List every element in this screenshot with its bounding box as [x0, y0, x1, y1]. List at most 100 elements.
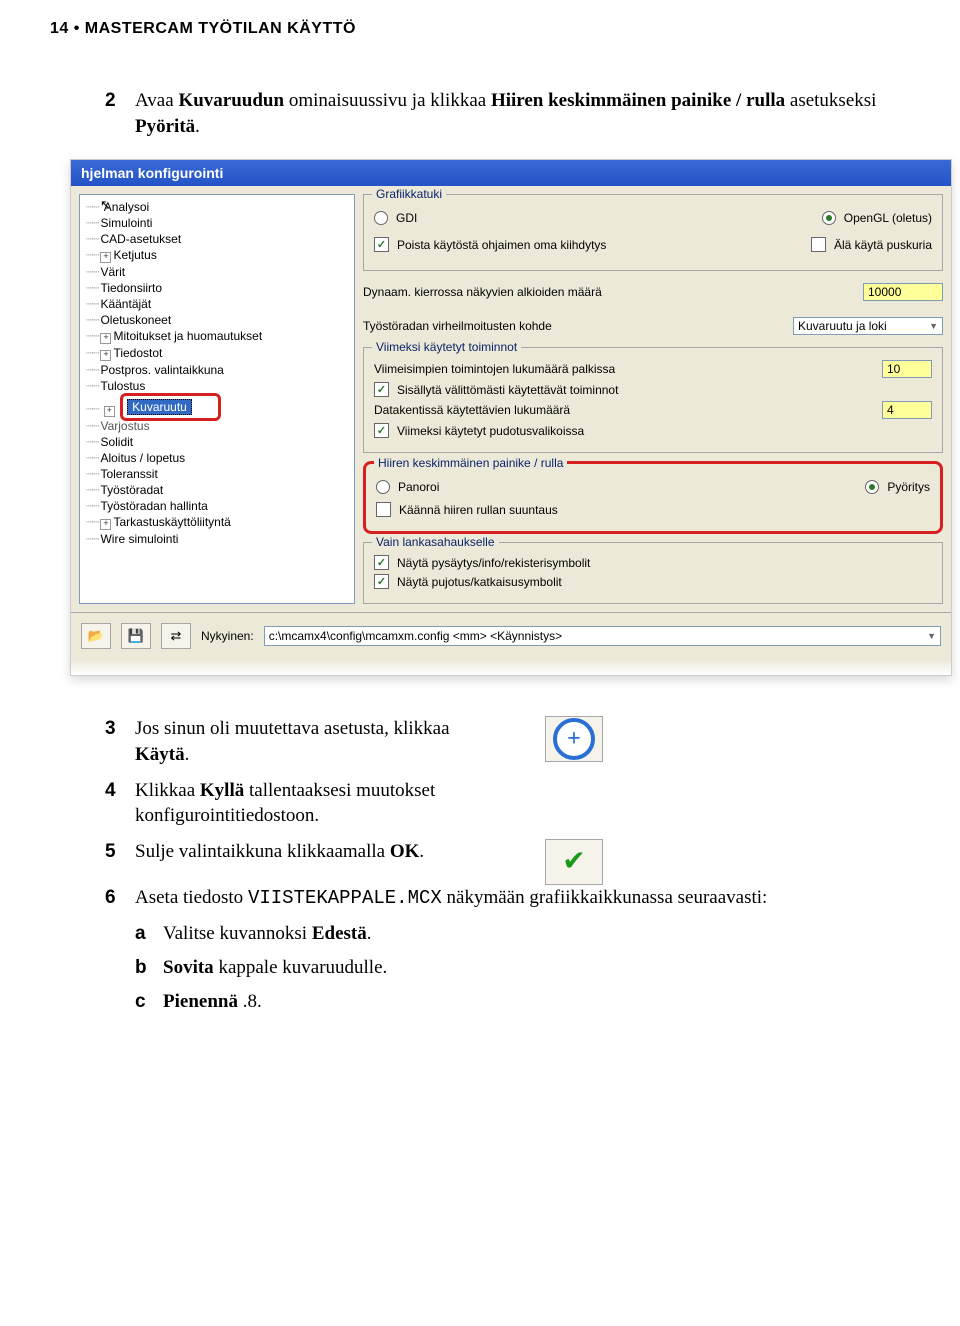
expand-icon[interactable]: + — [104, 406, 115, 417]
text-bold: Kyllä — [200, 780, 244, 801]
checkbox-icon — [374, 237, 389, 252]
checkbox-show-stop[interactable]: Näytä pysäytys/info/rekisterisymbolit — [374, 555, 932, 570]
radio-gdi[interactable]: GDI — [374, 211, 417, 225]
tree-item[interactable]: +Ketjutus — [82, 247, 352, 264]
checkbox-label: Viimeksi käytetyt pudotusvalikoissa — [397, 424, 584, 438]
tree-item[interactable]: +Tarkastuskäyttöliityntä — [82, 514, 352, 531]
tree-label: Tiedonsiirto — [100, 281, 162, 295]
sub-letter: b — [135, 955, 163, 981]
step-5: 5 Sulje valintaikkuna klikkaamalla OK. — [105, 839, 505, 865]
tree-label: Työstöradan hallinta — [100, 499, 207, 513]
tree-item[interactable]: Varjostus — [82, 418, 352, 434]
step-number: 5 — [105, 839, 135, 865]
sub-text: Valitse kuvannoksi Edestä. — [163, 921, 371, 947]
row-dynamic-count: Dynaam. kierrossa näkyvien alkioiden mää… — [363, 283, 943, 301]
open-button[interactable]: 📂 — [81, 623, 111, 649]
radio-icon — [374, 211, 388, 225]
tree-item[interactable]: Tiedonsiirto — [82, 280, 352, 296]
text: Sulje valintaikkuna klikkaamalla — [135, 841, 390, 862]
text-bold: OK — [390, 841, 420, 862]
merge-button[interactable]: ⇄ — [161, 623, 191, 649]
tree-item[interactable]: Oletuskoneet — [82, 312, 352, 328]
tree-label: Postpros. valintaikkuna — [100, 363, 223, 377]
radio-rotate[interactable]: Pyöritys — [865, 480, 930, 494]
tree-item[interactable]: Värit — [82, 264, 352, 280]
expand-icon[interactable]: + — [100, 350, 111, 361]
text: . — [185, 744, 190, 765]
current-config-select[interactable]: c:\mcamx4\config\mcamxm.config <mm> <Käy… — [264, 626, 941, 646]
settings-tree[interactable]: ↖ Analysoi Simulointi CAD-asetukset +Ket… — [79, 194, 355, 604]
tree-item[interactable]: Tulostus — [82, 378, 352, 394]
field-label: Työstöradan virheilmoitusten kohde — [363, 319, 552, 333]
chevron-down-icon: ▼ — [927, 631, 936, 641]
group-title: Vain lankasahaukselle — [372, 535, 499, 549]
filename: VIISTEKAPPALE.MCX — [248, 887, 442, 909]
tree-item[interactable]: Toleranssit — [82, 466, 352, 482]
tree-item[interactable]: Wire simulointi — [82, 531, 352, 547]
tree-label: Kääntäjät — [100, 297, 151, 311]
tree-item[interactable]: Työstöradat — [82, 482, 352, 498]
checkbox-icon — [374, 574, 389, 589]
step-text: Klikkaa Kyllä tallentaaksesi muutokset k… — [135, 778, 505, 829]
radio-label: Pyöritys — [887, 480, 930, 494]
tree-label: Tulostus — [100, 379, 145, 393]
step-number: 6 — [105, 885, 135, 912]
tree-item[interactable]: +Mitoitukset ja huomautukset — [82, 328, 352, 345]
chevron-down-icon: ▼ — [929, 321, 938, 331]
tree-item[interactable]: Simulointi — [82, 215, 352, 231]
row-error-target: Työstöradan virheilmoitusten kohde Kuvar… — [363, 317, 943, 335]
radio-icon — [822, 211, 836, 225]
expand-icon[interactable]: + — [100, 252, 111, 263]
tree-item[interactable]: Aloitus / lopetus — [82, 450, 352, 466]
tree-item[interactable]: Solidit — [82, 434, 352, 450]
substep-b: b Sovita kappale kuvaruudulle. — [135, 955, 880, 981]
step-number: 4 — [105, 778, 135, 829]
tree-item[interactable]: ↖ Analysoi — [82, 199, 352, 215]
checkbox-include-immediate[interactable]: Sisällytä välittömästi käytettävät toimi… — [374, 382, 932, 397]
checkbox-disable-accel[interactable]: Poista käytöstä ohjaimen oma kiihdytys — [374, 237, 606, 252]
tree-item[interactable]: Työstöradan hallinta — [82, 498, 352, 514]
checkbox-no-buffer[interactable]: Älä käytä puskuria — [811, 237, 932, 252]
dynamic-count-input[interactable]: 10000 — [863, 283, 943, 301]
tree-label: Wire simulointi — [100, 532, 178, 546]
radio-pan[interactable]: Panoroi — [376, 480, 439, 494]
plus-circle-icon: + — [553, 718, 595, 760]
checkbox-icon — [374, 555, 389, 570]
tree-item[interactable]: Kääntäjät — [82, 296, 352, 312]
tree-label: Oletuskoneet — [100, 313, 171, 327]
text-bold: Käytä — [135, 744, 185, 765]
tree-item[interactable]: Postpros. valintaikkuna — [82, 362, 352, 378]
tree-label: Värit — [100, 265, 125, 279]
ok-button-icon: ✔ — [545, 839, 603, 885]
tree-label: Solidit — [100, 435, 133, 449]
tree-item[interactable]: +Tiedostot — [82, 345, 352, 362]
expand-icon[interactable]: + — [100, 333, 111, 344]
step-3: 3 Jos sinun oli muutettava asetusta, kli… — [105, 716, 505, 767]
datafield-count-input[interactable]: 4 — [882, 401, 932, 419]
tree-label: CAD-asetukset — [100, 232, 181, 246]
group-recent-functions: Viimeksi käytetyt toiminnot Viimeisimpie… — [363, 347, 943, 453]
tree-label: Aloitus / lopetus — [100, 451, 185, 465]
tree-label-selected: Kuvaruutu — [127, 399, 192, 415]
checkbox-label: Älä käytä puskuria — [834, 238, 932, 252]
error-target-select[interactable]: Kuvaruutu ja loki▼ — [793, 317, 943, 335]
text: Avaa — [135, 90, 178, 111]
group-title: Viimeksi käytetyt toiminnot — [372, 340, 521, 354]
text-bold: Sovita — [163, 957, 214, 978]
recent-count-input[interactable]: 10 — [882, 360, 932, 378]
field-label: Viimeisimpien toimintojen lukumäärä palk… — [374, 362, 615, 376]
save-button[interactable]: 💾 — [121, 623, 151, 649]
radio-icon — [376, 480, 390, 494]
checkbox-recent-dropdowns[interactable]: Viimeksi käytetyt pudotusvalikoissa — [374, 423, 932, 438]
text: Jos sinun oli muutettava asetusta, klikk… — [135, 718, 450, 739]
shadow — [71, 659, 951, 675]
checkbox-reverse-wheel[interactable]: Käännä hiiren rullan suuntaus — [376, 502, 930, 517]
tree-label: Tarkastuskäyttöliityntä — [113, 515, 230, 529]
radio-opengl[interactable]: OpenGL (oletus) — [822, 211, 932, 225]
expand-icon[interactable]: + — [100, 519, 111, 530]
text: näkymään grafiikkaikkunassa seuraavasti: — [442, 887, 768, 908]
checkbox-show-thread[interactable]: Näytä pujotus/katkaisusymbolit — [374, 574, 932, 589]
tree-item[interactable]: CAD-asetukset — [82, 231, 352, 247]
step-text: Jos sinun oli muutettava asetusta, klikk… — [135, 716, 505, 767]
tree-label: Varjostus — [100, 419, 149, 433]
